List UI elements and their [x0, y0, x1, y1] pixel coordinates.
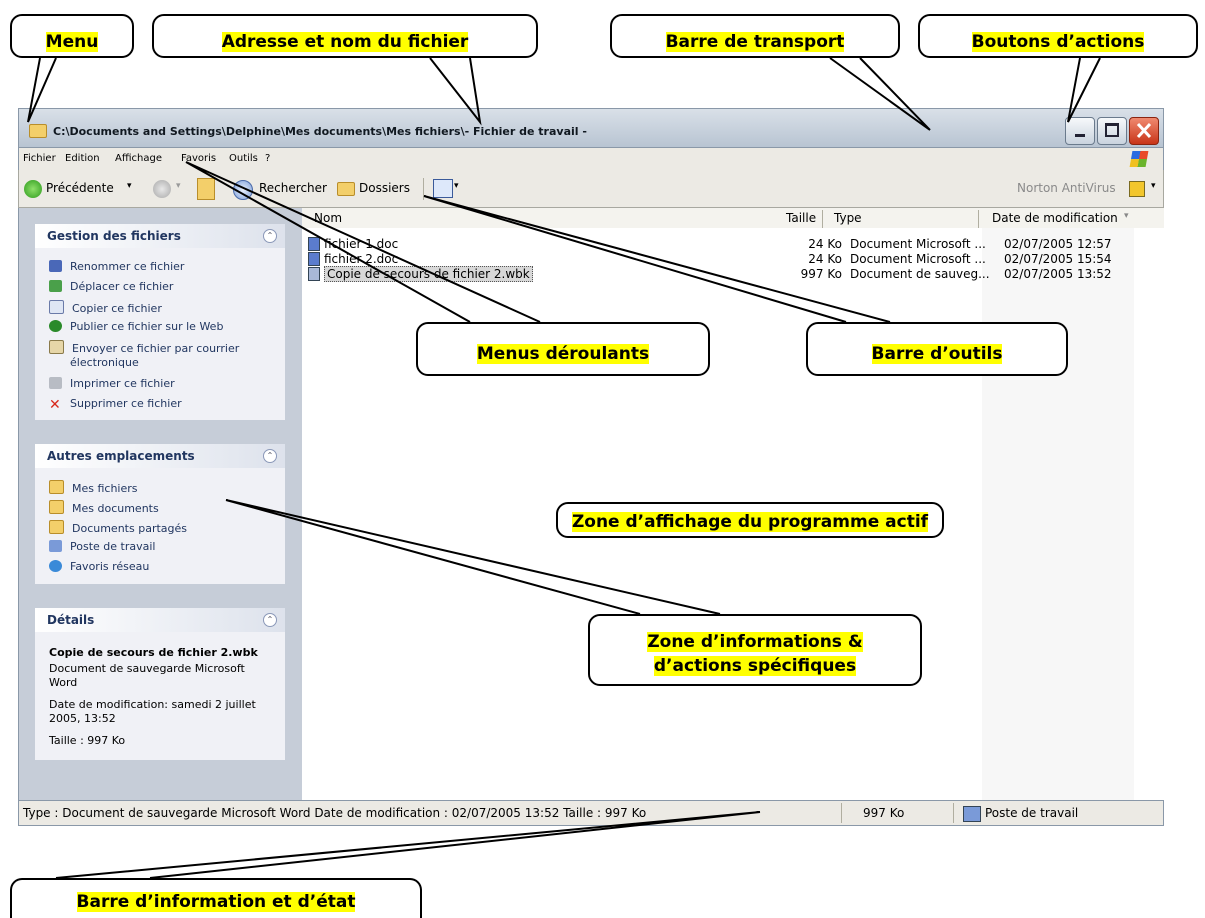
callout-text: Menu — [45, 32, 99, 52]
callout-status-bar: Barre d’information et d’état — [10, 878, 422, 918]
transport-callout-pointer — [829, 57, 931, 131]
callout-menu: Menu — [10, 14, 134, 58]
menu-callout-pointer — [27, 57, 57, 123]
callout-text: Barre de transport — [665, 32, 845, 52]
callout-display-zone: Zone d’affichage du programme actif — [556, 502, 944, 538]
dropdowns-callout-pointer — [185, 161, 541, 323]
callout-text: Adresse et nom du fichier — [221, 32, 469, 52]
actions-callout-pointer — [1067, 57, 1101, 123]
callout-toolbar: Barre d’outils — [806, 322, 1068, 376]
callout-actions: Boutons d’actions — [918, 14, 1198, 58]
callout-text: Boutons d’actions — [971, 32, 1145, 52]
callout-text: d’actions spécifiques — [653, 656, 857, 676]
callout-lines — [27, 57, 1101, 879]
callout-text: Barre d’information et d’état — [76, 892, 356, 912]
callout-text: Zone d’affichage du programme actif — [571, 512, 929, 532]
callout-transport: Barre de transport — [610, 14, 900, 58]
address-callout-pointer — [429, 57, 482, 126]
callout-address: Adresse et nom du fichier — [152, 14, 538, 58]
callout-text: Zone d’informations & — [647, 632, 863, 652]
callout-text: Menus déroulants — [476, 344, 650, 364]
callout-info-zone: Zone d’informations & d’actions spécifiqu… — [588, 614, 922, 686]
callout-dropdowns: Menus déroulants — [416, 322, 710, 376]
status-callout-pointer — [55, 811, 761, 879]
toolbar-callout-pointer — [423, 195, 891, 323]
callout-text: Barre d’outils — [871, 344, 1003, 364]
